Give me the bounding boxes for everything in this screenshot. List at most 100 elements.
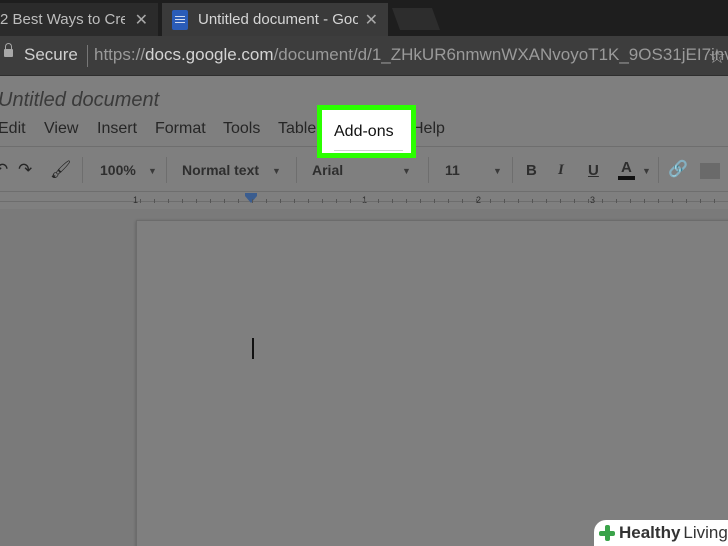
ruler-tick xyxy=(658,199,659,203)
url-host: docs.google.com xyxy=(145,45,274,64)
ruler-tick xyxy=(154,199,155,203)
ruler-tick xyxy=(336,199,337,203)
tab-best-ways[interactable]: 2 Best Ways to Creat ✕ xyxy=(0,3,158,36)
ruler-tick xyxy=(560,199,561,203)
left-indent-marker[interactable] xyxy=(245,196,257,203)
paragraph-style-select[interactable]: Normal text ▼ xyxy=(182,155,288,185)
ruler-tick xyxy=(322,199,323,203)
ruler-tick xyxy=(168,199,169,203)
bold-button[interactable]: B xyxy=(526,155,537,185)
ruler-number: 1 xyxy=(133,195,139,205)
ruler-tick xyxy=(462,199,463,203)
text-cursor xyxy=(252,338,254,359)
ruler-tick xyxy=(196,199,197,203)
ruler-tick xyxy=(392,199,393,203)
ruler-tick xyxy=(252,199,253,203)
ruler-tick xyxy=(350,199,351,203)
ruler-tick xyxy=(672,199,673,203)
font-select[interactable]: Arial ▼ xyxy=(312,155,416,185)
ruler-tick xyxy=(434,199,435,203)
chevron-down-icon: ▼ xyxy=(402,166,411,176)
ruler-tick xyxy=(700,199,701,203)
ruler-tick xyxy=(476,199,477,203)
ruler-tick xyxy=(616,199,617,203)
ruler-tick xyxy=(280,199,281,203)
toolbar-divider xyxy=(658,157,659,183)
underline-button[interactable]: U xyxy=(588,155,599,185)
font-size-select[interactable]: 11 ▼ xyxy=(445,155,505,185)
address-bar[interactable]: Secure https://docs.google.com/document/… xyxy=(0,36,728,76)
watermark-bold: Healthy xyxy=(619,523,681,542)
chevron-down-icon: ▼ xyxy=(272,166,281,176)
ruler-tick xyxy=(238,199,239,203)
ruler-tick xyxy=(406,199,407,203)
toolbar-divider xyxy=(166,157,167,183)
tab-title: 2 Best Ways to Creat xyxy=(0,11,125,28)
ruler-tick xyxy=(686,199,687,203)
ruler-tick xyxy=(532,199,533,203)
text-color-button[interactable]: A ▼ xyxy=(618,155,652,185)
menu-view[interactable]: View xyxy=(44,120,78,138)
divider xyxy=(87,45,88,67)
star-icon[interactable]: ☆ xyxy=(708,44,726,69)
menu-edit[interactable]: Edit xyxy=(0,120,26,138)
ruler-tick xyxy=(574,199,575,203)
secure-label: Secure xyxy=(24,45,78,64)
ruler-tick xyxy=(714,199,715,203)
ruler-tick xyxy=(644,199,645,203)
plus-logo-icon xyxy=(598,524,616,542)
comment-icon[interactable] xyxy=(700,163,720,179)
menu-insert[interactable]: Insert xyxy=(97,120,137,138)
chevron-down-icon: ▼ xyxy=(642,166,651,176)
underline-icon: U xyxy=(588,161,599,179)
ruler-tick xyxy=(504,199,505,203)
ruler-tick xyxy=(448,199,449,203)
menu-table[interactable]: Table xyxy=(278,120,316,138)
document-page[interactable] xyxy=(136,220,728,546)
link-icon[interactable]: 🔗 xyxy=(668,160,688,180)
ruler-tick xyxy=(140,199,141,203)
close-icon[interactable]: ✕ xyxy=(365,10,378,30)
ruler-tick xyxy=(588,199,589,203)
ruler-tick xyxy=(546,199,547,203)
ruler-tick xyxy=(266,199,267,203)
ruler-tick xyxy=(210,199,211,203)
ruler-tick xyxy=(294,199,295,203)
lock-icon xyxy=(4,43,13,57)
add-ons-highlight[interactable]: Add-ons xyxy=(317,105,416,158)
toolbar-divider xyxy=(512,157,513,183)
ruler: 1 1 2 3 xyxy=(0,193,728,209)
document-canvas xyxy=(0,209,728,546)
ruler-tick xyxy=(378,199,379,203)
document-title[interactable]: Untitled document xyxy=(0,89,159,112)
redo-icon[interactable]: ↷ xyxy=(18,160,32,180)
menu-help[interactable]: Help xyxy=(412,120,445,138)
ruler-tick xyxy=(630,199,631,203)
tab-untitled-document[interactable]: Untitled document - Goo ✕ xyxy=(162,3,388,36)
italic-button[interactable]: I xyxy=(558,155,564,185)
google-docs-icon xyxy=(172,9,188,30)
menu-underline xyxy=(334,150,403,151)
ruler-tick xyxy=(224,199,225,203)
ruler-number: 3 xyxy=(590,195,596,205)
ruler-tick xyxy=(308,199,309,203)
font-size-value: 11 xyxy=(445,162,460,178)
watermark-light: Living xyxy=(683,523,728,542)
tab-title: Untitled document - Goo xyxy=(198,11,358,28)
chevron-down-icon: ▼ xyxy=(493,166,502,176)
menu-format[interactable]: Format xyxy=(155,120,206,138)
paint-format-icon[interactable]: 🖌 xyxy=(50,160,72,180)
toolbar-divider xyxy=(296,157,297,183)
close-icon[interactable]: ✕ xyxy=(135,10,148,30)
undo-icon[interactable]: ↶ xyxy=(0,160,8,180)
toolbar-divider xyxy=(428,157,429,183)
menu-tools[interactable]: Tools xyxy=(223,120,260,138)
ruler-tick xyxy=(490,199,491,203)
new-tab-button[interactable] xyxy=(391,8,441,30)
zoom-select[interactable]: 100% ▼ xyxy=(100,155,162,185)
bold-icon: B xyxy=(526,161,537,179)
url-field[interactable]: https://docs.google.com/document/d/1_ZHk… xyxy=(94,45,728,65)
url-path: /document/d/1_ZHkUR6nmwnWXANvoyoT1K_9OS3… xyxy=(273,45,728,64)
chevron-down-icon: ▼ xyxy=(148,166,157,176)
menu-add-ons[interactable]: Add-ons xyxy=(334,123,394,141)
